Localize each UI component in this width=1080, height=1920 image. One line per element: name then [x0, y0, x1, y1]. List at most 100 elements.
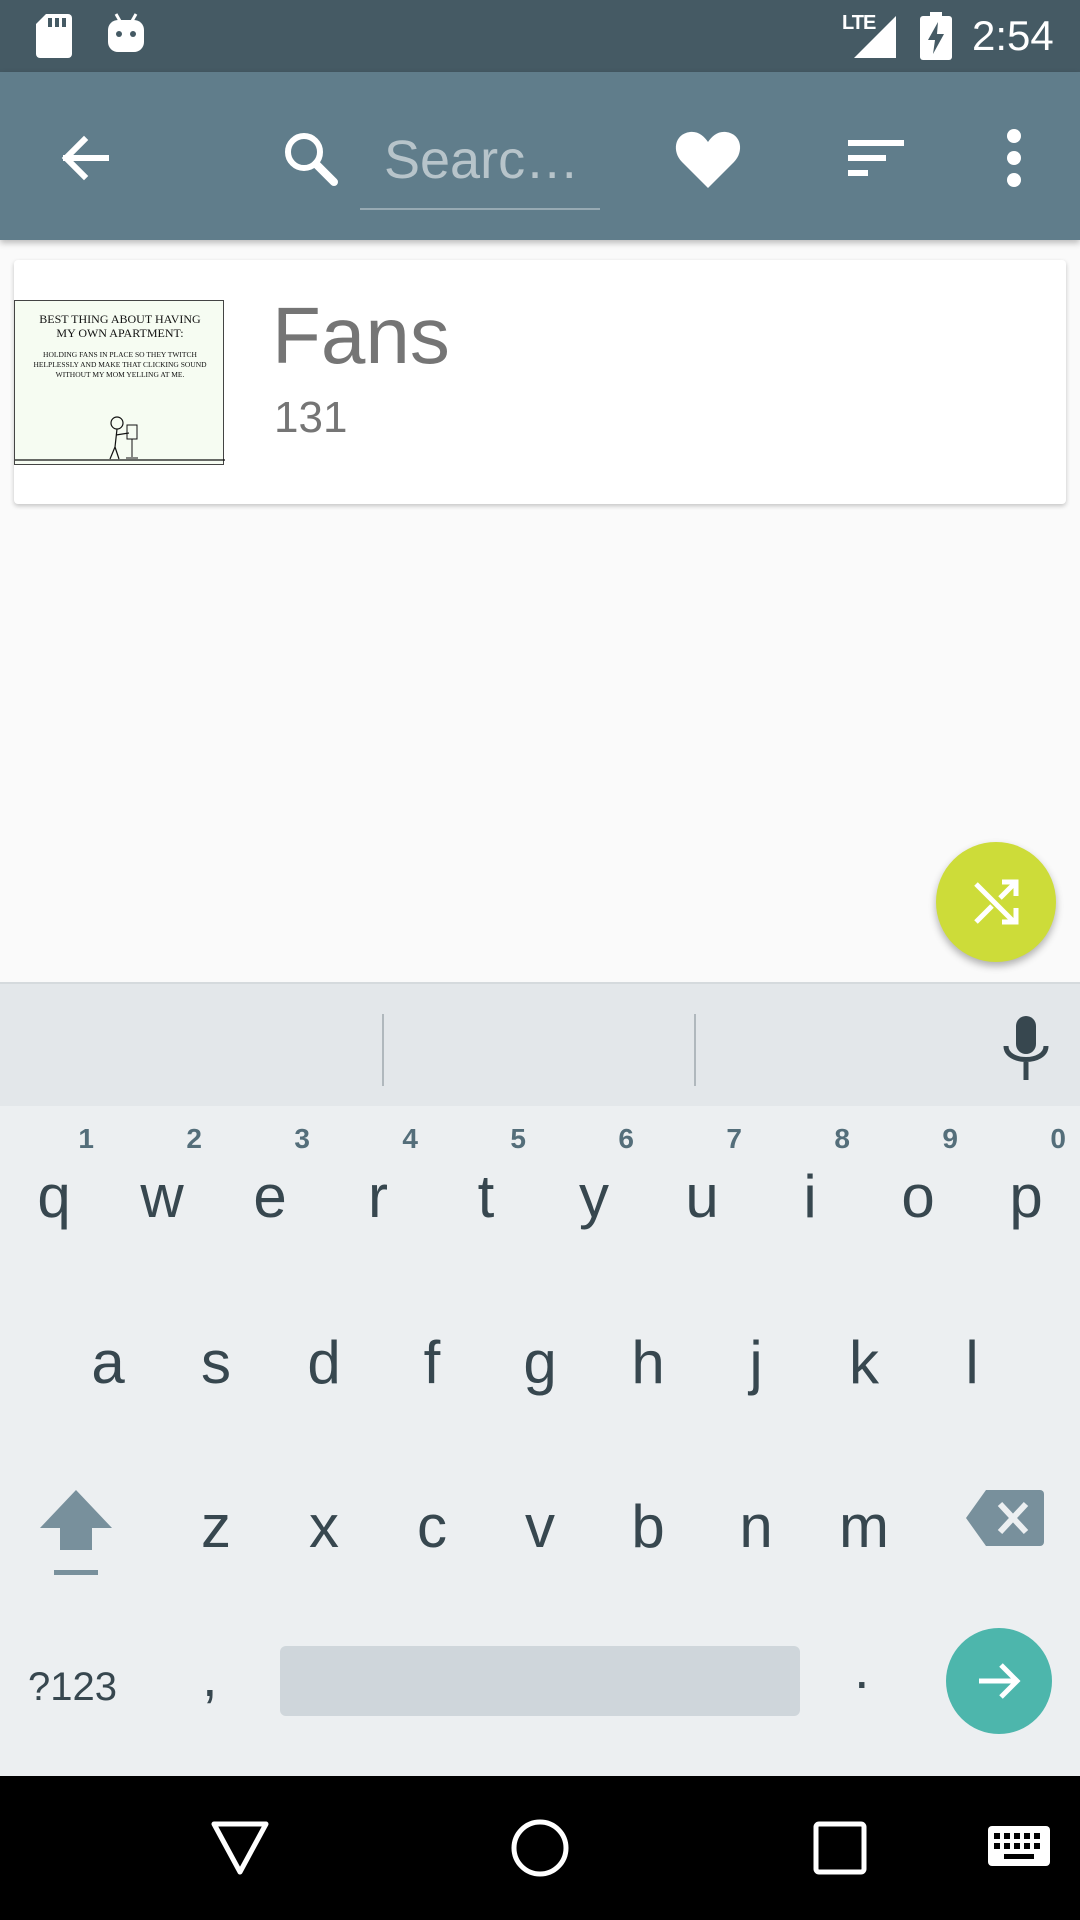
shuffle-icon [974, 879, 1019, 925]
key-label: y [579, 1163, 609, 1230]
key-label: h [631, 1329, 665, 1396]
comic-caption-line5: WITHOUT MY MOM YELLING AT ME. [56, 370, 185, 379]
key-m[interactable]: m [810, 1452, 918, 1602]
keyboard-switcher-icon[interactable] [986, 1824, 1052, 1872]
key-j[interactable]: j [702, 1288, 810, 1438]
key-hint: 4 [402, 1123, 418, 1154]
key-label: w [140, 1163, 184, 1230]
key-g[interactable]: g [486, 1288, 594, 1438]
arrow-right-icon [979, 1663, 1021, 1699]
key-w[interactable]: 2w [108, 1122, 216, 1272]
key-r[interactable]: 4r [324, 1122, 432, 1272]
sort-icon[interactable] [836, 118, 916, 198]
key-a[interactable]: a [54, 1288, 162, 1438]
key-e[interactable]: 3e [216, 1122, 324, 1272]
key-b[interactable]: b [594, 1452, 702, 1602]
comic-caption-line2: MY OWN APARTMENT: [56, 326, 183, 340]
key-q[interactable]: 1q [0, 1122, 108, 1272]
key-hint: 6 [618, 1123, 634, 1154]
back-arrow-icon[interactable] [44, 118, 124, 198]
comic-caption-line1: BEST THING ABOUT HAVING [39, 312, 201, 326]
nav-recent-apps-icon[interactable] [808, 1816, 872, 1880]
soft-keyboard: 1q2w3e4r5t6y7u8i9o0p asdfghjkl zxcvbnm ?… [0, 982, 1080, 1776]
key-hint: 8 [834, 1123, 850, 1154]
key-label: f [423, 1329, 441, 1396]
search-icon[interactable] [270, 118, 350, 198]
key-z[interactable]: z [162, 1452, 270, 1602]
key-l[interactable]: l [918, 1288, 1026, 1438]
key-label: u [685, 1163, 719, 1230]
heart-icon[interactable] [668, 118, 748, 198]
key-label: i [803, 1163, 817, 1230]
comic-caption-line3: HOLDING FANS IN PLACE SO THEY TWITCH [43, 350, 197, 359]
key-hint: 0 [1050, 1123, 1066, 1154]
key-label: v [525, 1493, 555, 1560]
comic-number: 131 [274, 393, 348, 442]
microphone-icon[interactable] [996, 1014, 1056, 1084]
navigation-bar [0, 1776, 1080, 1920]
key-p[interactable]: 0p [972, 1122, 1080, 1272]
key-y[interactable]: 6y [540, 1122, 648, 1272]
key-label: o [901, 1163, 935, 1230]
key-label: c [417, 1493, 447, 1560]
comic-caption-line4: HELPLESSLY AND MAKE THAT CLICKING SOUND [33, 360, 207, 369]
key-label: q [37, 1163, 71, 1230]
suggestion-divider [382, 1014, 384, 1086]
period-key[interactable]: . [854, 1634, 870, 1704]
key-hint: 1 [78, 1123, 94, 1154]
suggestion-divider [694, 1014, 696, 1086]
backspace-key-icon[interactable] [964, 1486, 1046, 1550]
key-s[interactable]: s [162, 1288, 270, 1438]
key-c[interactable]: c [378, 1452, 486, 1602]
comic-thumbnail-art: BEST THING ABOUT HAVING MY OWN APARTMENT… [15, 312, 225, 461]
comma-key[interactable]: , [202, 1642, 218, 1712]
search-input[interactable] [360, 112, 600, 208]
key-hint: 5 [510, 1123, 526, 1154]
key-hint: 3 [294, 1123, 310, 1154]
more-vert-icon[interactable] [974, 118, 1054, 198]
key-hint: 7 [726, 1123, 742, 1154]
key-label: j [749, 1329, 763, 1396]
key-label: e [253, 1163, 287, 1230]
nav-home-icon[interactable] [508, 1816, 572, 1880]
sd-card-icon [36, 14, 72, 58]
key-o[interactable]: 9o [864, 1122, 972, 1272]
key-v[interactable]: v [486, 1452, 594, 1602]
comic-result-card[interactable]: BEST THING ABOUT HAVING MY OWN APARTMENT… [14, 260, 1066, 504]
go-button[interactable] [946, 1628, 1052, 1734]
key-label: a [91, 1329, 125, 1396]
key-x[interactable]: x [270, 1452, 378, 1602]
battery-charging-icon [920, 12, 952, 60]
toolbar [0, 72, 1080, 240]
key-label: g [523, 1329, 557, 1396]
key-hint: 9 [942, 1123, 958, 1154]
key-t[interactable]: 5t [432, 1122, 540, 1272]
android-icon [108, 13, 144, 52]
symbols-key[interactable]: ?123 [28, 1662, 117, 1712]
key-d[interactable]: d [270, 1288, 378, 1438]
key-u[interactable]: 7u [648, 1122, 756, 1272]
key-label: r [368, 1163, 388, 1230]
key-n[interactable]: n [702, 1452, 810, 1602]
search-field[interactable] [360, 112, 600, 210]
comic-title: Fans [272, 291, 450, 380]
status-bar: LTE 2:54 [0, 0, 1080, 72]
key-label: p [1009, 1163, 1043, 1230]
shuffle-button[interactable] [936, 842, 1056, 962]
key-k[interactable]: k [810, 1288, 918, 1438]
nav-back-icon[interactable] [208, 1816, 272, 1880]
key-label: b [631, 1493, 665, 1560]
signal-icon [854, 16, 896, 58]
space-bar[interactable] [280, 1646, 800, 1716]
key-f[interactable]: f [378, 1288, 486, 1438]
comic-thumbnail: BEST THING ABOUT HAVING MY OWN APARTMENT… [14, 300, 225, 465]
key-label: s [201, 1329, 231, 1396]
key-h[interactable]: h [594, 1288, 702, 1438]
key-label: d [307, 1329, 341, 1396]
key-label: l [965, 1329, 979, 1396]
suggestion-strip [0, 982, 1080, 1106]
key-i[interactable]: 8i [756, 1122, 864, 1272]
key-label: t [477, 1163, 495, 1230]
key-label: k [849, 1329, 879, 1396]
shift-key-icon[interactable] [34, 1482, 118, 1582]
